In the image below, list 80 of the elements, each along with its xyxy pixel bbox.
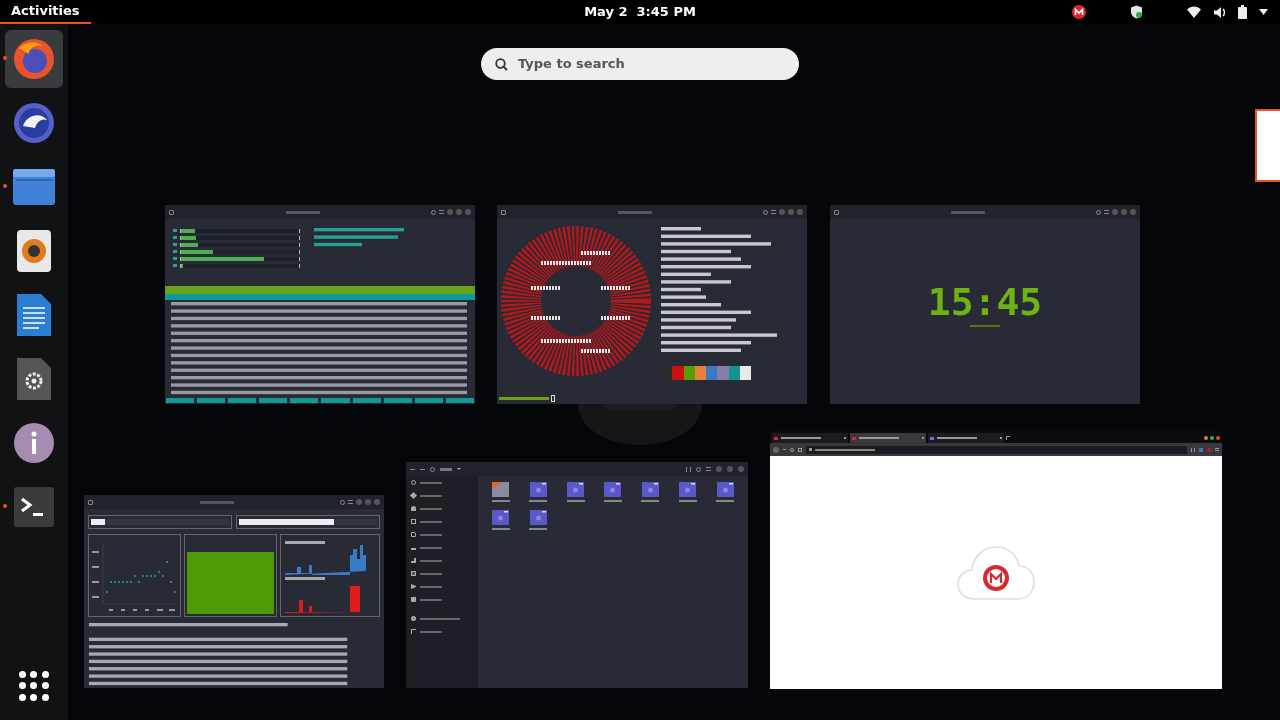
url-bar[interactable] (806, 445, 1187, 454)
folder-icon (679, 482, 697, 497)
new-tab-icon[interactable] (1006, 436, 1010, 440)
folder-icon (716, 482, 734, 497)
function-key[interactable] (197, 398, 226, 404)
mega-icon[interactable] (1072, 5, 1086, 19)
clock-time: 15:45 (927, 282, 1043, 321)
window-menu-icon[interactable] (501, 209, 506, 215)
document-icon (17, 294, 51, 336)
speaker-icon[interactable] (1213, 5, 1226, 19)
settings-icon (17, 358, 51, 400)
mail-icon (13, 102, 55, 144)
battery-icon[interactable] (1238, 5, 1247, 19)
window-menu-icon[interactable] (169, 209, 174, 215)
window-thumbnail[interactable] (497, 205, 807, 404)
wifi-icon[interactable] (1187, 6, 1201, 18)
info-icon (13, 422, 55, 464)
window-title-drawing (950, 210, 985, 214)
window-title-drawing (199, 500, 234, 504)
browser-tab[interactable] (772, 433, 848, 443)
function-key[interactable] (228, 398, 257, 404)
search-field[interactable]: Type to search (518, 54, 785, 74)
folder-icon (13, 169, 55, 205)
menu-icon[interactable] (706, 467, 711, 471)
search-icon (495, 57, 508, 71)
location-drawing[interactable] (440, 467, 452, 471)
browser-tab[interactable] (928, 433, 1004, 443)
globe-icon (411, 616, 416, 621)
window-menu-icon[interactable] (88, 499, 93, 505)
folder-icon (492, 510, 510, 525)
window-thumbnail[interactable]: 15:45 (830, 205, 1140, 404)
window-thumbnail[interactable] (406, 462, 748, 688)
shield-icon[interactable] (1130, 5, 1143, 19)
music-note-icon (411, 558, 416, 563)
folder-icon (529, 482, 547, 497)
library-icon[interactable] (1191, 447, 1195, 452)
image-icon (411, 571, 416, 576)
folder-icon (641, 482, 659, 497)
menu-icon[interactable] (439, 210, 444, 214)
search-bar[interactable]: Type to search (481, 48, 799, 80)
menu-icon[interactable] (1104, 210, 1109, 214)
speaker-icon (17, 230, 51, 272)
caret-icon[interactable] (1259, 9, 1268, 15)
function-key[interactable] (259, 398, 288, 404)
window-menu-icon[interactable] (834, 209, 839, 215)
caret-icon[interactable] (457, 468, 461, 470)
download-icon (411, 545, 416, 550)
trash-icon (411, 597, 416, 602)
text-cursor (551, 394, 555, 402)
folder-icon (529, 510, 547, 525)
function-key[interactable] (166, 398, 195, 404)
prompt-drawing (499, 396, 549, 400)
function-key[interactable] (290, 398, 319, 404)
browser-tab[interactable] (850, 433, 926, 443)
plus-icon (411, 629, 416, 634)
window-thumbnail[interactable] (165, 205, 475, 404)
function-key[interactable] (445, 398, 474, 404)
function-key[interactable] (352, 398, 381, 404)
desktop-folder-icon (492, 482, 510, 497)
window-thumbnail[interactable] (84, 495, 384, 688)
document-icon (411, 532, 416, 537)
monitor-icon (411, 519, 416, 524)
home-icon (411, 506, 416, 511)
globe-icon (13, 38, 55, 80)
folder-icon (567, 482, 585, 497)
terminal-icon (14, 487, 54, 527)
view-icon[interactable] (686, 466, 691, 472)
home-icon[interactable] (798, 447, 802, 452)
date-drawing (970, 324, 1000, 327)
function-key[interactable] (321, 398, 350, 404)
menu-icon[interactable] (1215, 448, 1219, 451)
window-title-drawing (617, 210, 652, 214)
clock[interactable]: May 2 3:45 PM (584, 2, 696, 22)
cloud-logo-icon (957, 544, 1035, 601)
menu-icon[interactable] (771, 210, 776, 214)
function-key[interactable] (414, 398, 443, 404)
function-key[interactable] (383, 398, 412, 404)
window-title-drawing (285, 210, 320, 214)
folder-icon (604, 482, 622, 497)
menu-icon[interactable] (348, 500, 353, 504)
